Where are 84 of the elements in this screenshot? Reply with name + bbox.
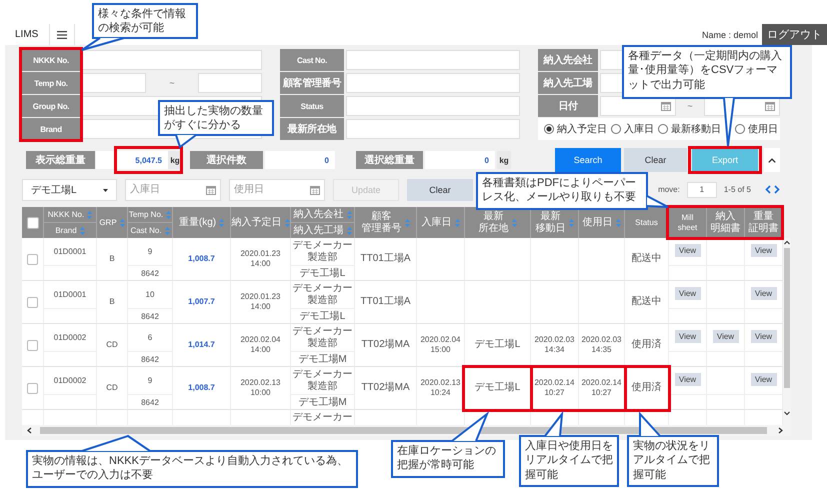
callout-tooltip: 各種データ（一定期間内の購入量･使用量等）をCSVフォーマットで出力可能 — [622, 45, 792, 99]
column-header: 重量 証明書 — [748, 211, 778, 234]
column-header: Status — [635, 218, 658, 228]
table-cell-text: 8642 — [140, 396, 160, 408]
summary-label: 表示総重量 — [26, 151, 95, 169]
field-label: NKKK No. — [22, 49, 80, 71]
column-header: 納入 明細書 — [710, 211, 740, 234]
table-cell: B — [97, 238, 128, 280]
table-cell: TT02場MA — [355, 324, 417, 366]
field-label: Brand — [22, 118, 80, 140]
table-cell-text: デモ工場M — [297, 353, 348, 366]
field-label: Group No. — [22, 95, 80, 117]
user-name: Name : demol — [702, 30, 758, 40]
table-cell: 9 — [128, 367, 172, 395]
table-cell-text: デモ工場L — [298, 267, 346, 280]
table-cell: 6 — [128, 324, 172, 352]
table-cell: TT01工場A — [355, 238, 417, 280]
field-label: 日付 — [538, 95, 598, 117]
range-separator: ~ — [686, 101, 694, 111]
callout-tooltip: 各種書類はPDFによりペーパーレス化、メールやり取りも不要 — [476, 172, 648, 210]
table-cell: 2020.02.13 10:24 — [417, 367, 465, 409]
table-cell: 配送中 — [625, 238, 669, 280]
table-cell: デモ工場L — [465, 367, 531, 409]
table-cell: デモメーカー 製造部 — [291, 238, 354, 266]
table-cell: TT02場MA — [355, 367, 417, 409]
table-cell: 2020.02.14 10:27 — [579, 367, 625, 409]
table-cell: 2020.02.04 14:00 — [231, 324, 291, 366]
table-cell-text: デモ工場M — [297, 396, 348, 409]
table-cell: 2020.02.03 14:34 — [531, 324, 579, 366]
table-cell: CD — [97, 324, 128, 366]
table-cell: 01D0002 — [44, 324, 96, 352]
table-cell: デモメーカー 製造部 — [291, 367, 354, 395]
summary-value: 5,047.5 — [96, 151, 168, 169]
table-cell: 1,014.7 — [173, 324, 231, 366]
table-cell: 10 — [128, 281, 172, 309]
table-cell-text: 8642 — [140, 354, 160, 366]
field-label: Cast No. — [280, 49, 344, 71]
radio-label: 納入予定日 — [557, 122, 607, 136]
app-title: LIMS — [15, 29, 38, 40]
table-cell: 1,008.7 — [173, 367, 231, 409]
table-cell-text: デモ工場L — [298, 310, 346, 323]
move-label: move: — [658, 185, 680, 194]
table-cell: 01D0001 — [44, 281, 96, 309]
table-cell: 01D0002 — [44, 367, 96, 395]
table-cell-text: 8642 — [140, 268, 160, 280]
field-label: 顧客管理番号 — [280, 72, 344, 94]
summary-value: 0 — [425, 151, 495, 169]
table-cell: デモメーカー 製造部 — [291, 324, 354, 352]
table-cell: TT01工場A — [355, 281, 417, 323]
table-cell: 2020.01.23 14:00 — [231, 238, 291, 280]
radio-label: 入庫日 — [624, 122, 654, 136]
table-cell: デモメーカー 製造部 — [291, 281, 354, 309]
summary-value: 0 — [265, 151, 335, 169]
field-label: 納入先会社 — [538, 49, 598, 71]
callout-tooltip: 入庫日や使用日をリアルタイムで把握可能 — [519, 435, 619, 487]
field-label: 最新所在地 — [280, 118, 344, 140]
table-cell: 1,008.7 — [173, 238, 231, 280]
table-cell: 01D0001 — [44, 238, 96, 266]
table-cell: 配送中 — [625, 281, 669, 323]
table-cell: 2020.02.04 15:00 — [417, 324, 465, 366]
table-cell: 9 — [128, 238, 172, 266]
range-separator: ~ — [168, 78, 176, 88]
radio-label: 最新移動日 — [671, 122, 721, 136]
table-cell: CD — [97, 367, 128, 409]
table-cell: 1,007.7 — [173, 281, 231, 323]
field-label: Status — [280, 95, 344, 117]
unit-label: kg — [497, 151, 511, 169]
field-label: Temp No. — [22, 72, 80, 94]
column-header: Mill sheet — [678, 213, 698, 232]
callout-tooltip: 実物の状況をリアルタイムで把握可能 — [627, 435, 719, 487]
table-cell: 使用済 — [625, 324, 669, 366]
summary-label: 選択件数 — [190, 151, 263, 169]
table-cell: B — [97, 281, 128, 323]
table-cell: 2020.02.03 14:35 — [579, 324, 625, 366]
table-cell: 2020.01.23 14:00 — [231, 281, 291, 323]
summary-label: 選択総重量 — [356, 151, 423, 169]
radio-label: 使用日 — [748, 123, 778, 136]
field-label: 納入先工場 — [538, 72, 598, 94]
table-cell: 使用済 — [625, 367, 669, 409]
table-cell: 2020.02.14 10:27 — [531, 367, 579, 409]
table-cell: デモ工場L — [465, 324, 531, 366]
table-cell: 2020.02.13 10:00 — [231, 367, 291, 409]
page-info: 1-5 of 5 — [724, 185, 751, 194]
table-cell-text: 8642 — [140, 310, 160, 322]
